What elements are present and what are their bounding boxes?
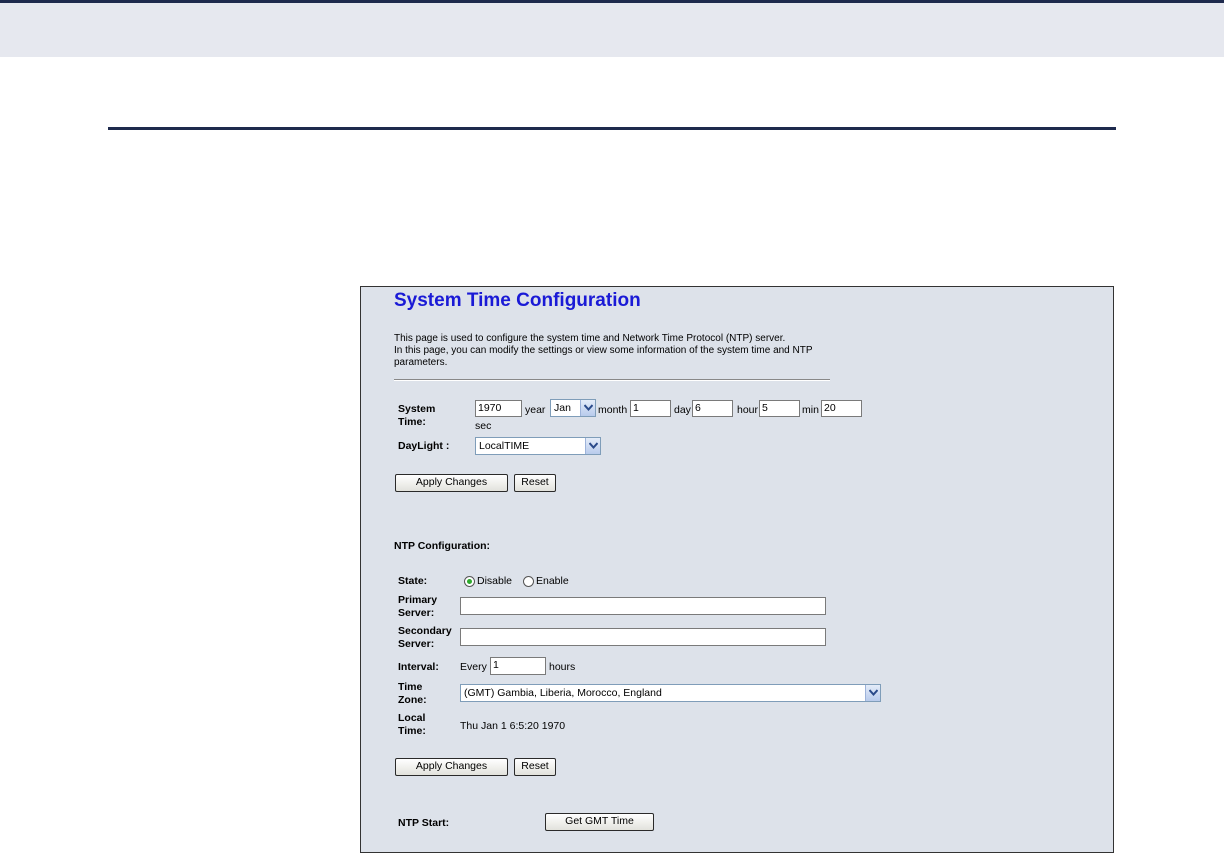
- time-zone-value: (GMT) Gambia, Liberia, Morocco, England: [464, 687, 662, 699]
- interval-unit: hours: [549, 661, 576, 673]
- get-gmt-time-button[interactable]: Get GMT Time: [545, 813, 654, 831]
- chevron-down-icon: [865, 685, 880, 701]
- day-unit: day: [674, 404, 691, 416]
- state-label: State:: [398, 575, 428, 587]
- secondary-server-label: Secondary Server:: [398, 625, 452, 650]
- interval-prefix: Every: [460, 661, 487, 673]
- local-time-value: Thu Jan 1 6:5:20 1970: [460, 720, 566, 732]
- ntp-apply-changes-button[interactable]: Apply Changes: [395, 758, 508, 776]
- second-unit: sec: [475, 420, 492, 432]
- state-disable-radio[interactable]: [464, 576, 475, 587]
- header-band: [0, 0, 1224, 57]
- description-line-3: parameters.: [394, 357, 448, 368]
- primary-server-input[interactable]: [460, 597, 826, 615]
- hour-input[interactable]: 6: [692, 400, 733, 417]
- time-zone-label: Time Zone:: [398, 681, 427, 706]
- secondary-server-input[interactable]: [460, 628, 826, 646]
- local-time-label: Local Time:: [398, 712, 426, 737]
- hour-unit: hour: [737, 404, 759, 416]
- apply-changes-button[interactable]: Apply Changes: [395, 474, 508, 492]
- ntp-heading: NTP Configuration:: [394, 540, 491, 552]
- page-title: System Time Configuration: [394, 290, 641, 311]
- state-disable-label: Disable: [477, 575, 513, 587]
- config-panel: System Time Configuration This page is u…: [360, 286, 1114, 853]
- page-description: This page is used to configure the syste…: [394, 333, 894, 369]
- state-enable-label: Enable: [536, 575, 569, 587]
- chevron-down-icon: [580, 400, 595, 416]
- state-enable-radio[interactable]: [523, 576, 534, 587]
- minute-input[interactable]: 5: [759, 400, 800, 417]
- time-zone-select[interactable]: (GMT) Gambia, Liberia, Morocco, England: [460, 684, 881, 702]
- description-divider: [394, 379, 830, 381]
- interval-label: Interval:: [398, 661, 439, 673]
- system-time-label: System Time:: [398, 403, 436, 428]
- primary-server-label: Primary Server:: [398, 594, 438, 619]
- description-line-2: In this page, you can modify the setting…: [394, 345, 813, 356]
- chevron-down-icon: [585, 438, 600, 454]
- description-line-1: This page is used to configure the syste…: [394, 333, 786, 344]
- month-select[interactable]: Jan: [550, 399, 596, 417]
- daylight-value: LocalTIME: [479, 440, 530, 452]
- interval-input[interactable]: 1: [490, 657, 546, 675]
- month-value: Jan: [554, 402, 571, 414]
- reset-button[interactable]: Reset: [514, 474, 556, 492]
- ntp-start-label: NTP Start:: [398, 817, 450, 829]
- year-input[interactable]: 1970: [475, 400, 522, 417]
- month-unit: month: [598, 404, 628, 416]
- daylight-label: DayLight :: [398, 440, 450, 452]
- section-divider: [108, 127, 1116, 130]
- second-input[interactable]: 20: [821, 400, 862, 417]
- minute-unit: min: [802, 404, 819, 416]
- day-input[interactable]: 1: [630, 400, 671, 417]
- year-unit: year: [525, 404, 546, 416]
- daylight-select[interactable]: LocalTIME: [475, 437, 601, 455]
- ntp-reset-button[interactable]: Reset: [514, 758, 556, 776]
